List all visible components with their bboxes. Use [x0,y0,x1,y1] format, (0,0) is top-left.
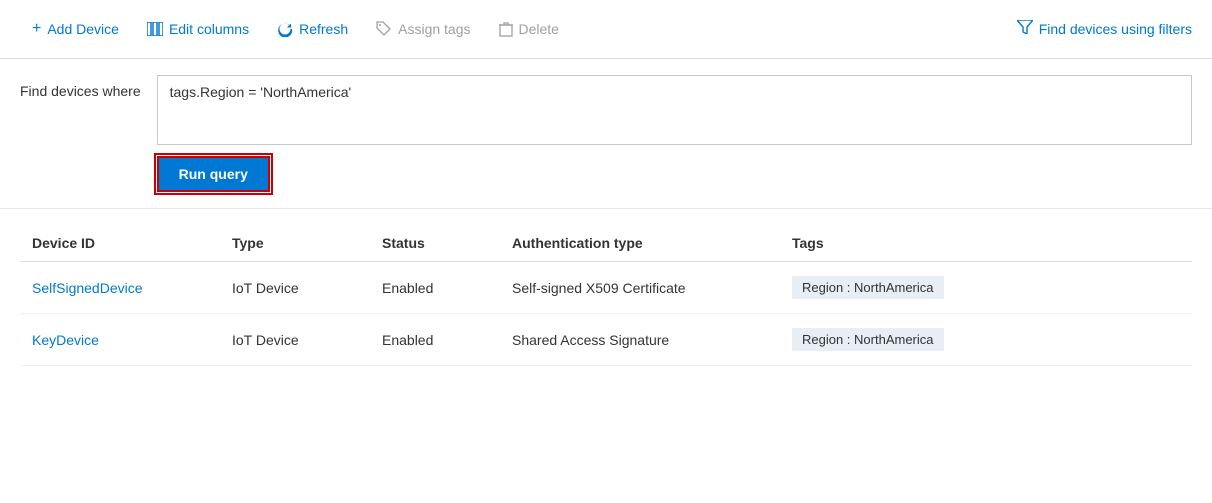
results-section: Device ID Type Status Authentication typ… [0,209,1212,366]
filter-section: Find devices where tags.Region = 'NorthA… [0,59,1212,209]
table-row: KeyDevice IoT DeviceEnabledShared Access … [20,314,1192,366]
delete-icon [499,21,513,37]
assign-tags-button[interactable]: Assign tags [364,15,482,43]
find-devices-button[interactable]: Find devices using filters [1017,20,1192,39]
cell-tags: Region : NorthAmerica [780,262,1192,314]
table-header-row: Device ID Type Status Authentication typ… [20,225,1192,262]
run-query-wrapper: Run query [157,156,1192,192]
delete-button[interactable]: Delete [487,15,571,43]
tag-badge: Region : NorthAmerica [792,276,944,299]
filter-query-input[interactable]: tags.Region = 'NorthAmerica' [157,75,1192,145]
refresh-button[interactable]: Refresh [265,15,360,43]
edit-columns-button[interactable]: Edit columns [135,15,261,43]
refresh-icon [277,21,293,37]
cell-device-id: SelfSignedDevice [20,262,220,314]
filter-icon [1017,20,1033,39]
tag-badge: Region : NorthAmerica [792,328,944,351]
cell-device-id: KeyDevice [20,314,220,366]
col-header-status: Status [370,225,500,262]
filter-input-area: tags.Region = 'NorthAmerica' Run query [157,75,1192,192]
col-header-auth-type: Authentication type [500,225,780,262]
cell-auth-type: Shared Access Signature [500,314,780,366]
tag-icon [376,21,392,37]
add-icon: + [32,20,41,38]
toolbar: + Add Device Edit columns Refresh [0,0,1212,59]
device-id-link[interactable]: SelfSignedDevice [32,280,143,296]
col-header-device-id: Device ID [20,225,220,262]
col-header-type: Type [220,225,370,262]
run-query-button[interactable]: Run query [157,156,270,192]
cell-type: IoT Device [220,262,370,314]
device-id-link[interactable]: KeyDevice [32,332,99,348]
filter-label: Find devices where [20,75,141,99]
cell-status: Enabled [370,262,500,314]
toolbar-left: + Add Device Edit columns Refresh [20,14,1009,44]
devices-table: Device ID Type Status Authentication typ… [20,225,1192,366]
add-device-button[interactable]: + Add Device [20,14,131,44]
cell-tags: Region : NorthAmerica [780,314,1192,366]
table-row: SelfSignedDevice IoT DeviceEnabledSelf-si… [20,262,1192,314]
cell-type: IoT Device [220,314,370,366]
columns-icon [147,22,163,36]
cell-auth-type: Self-signed X509 Certificate [500,262,780,314]
cell-status: Enabled [370,314,500,366]
col-header-tags: Tags [780,225,1192,262]
